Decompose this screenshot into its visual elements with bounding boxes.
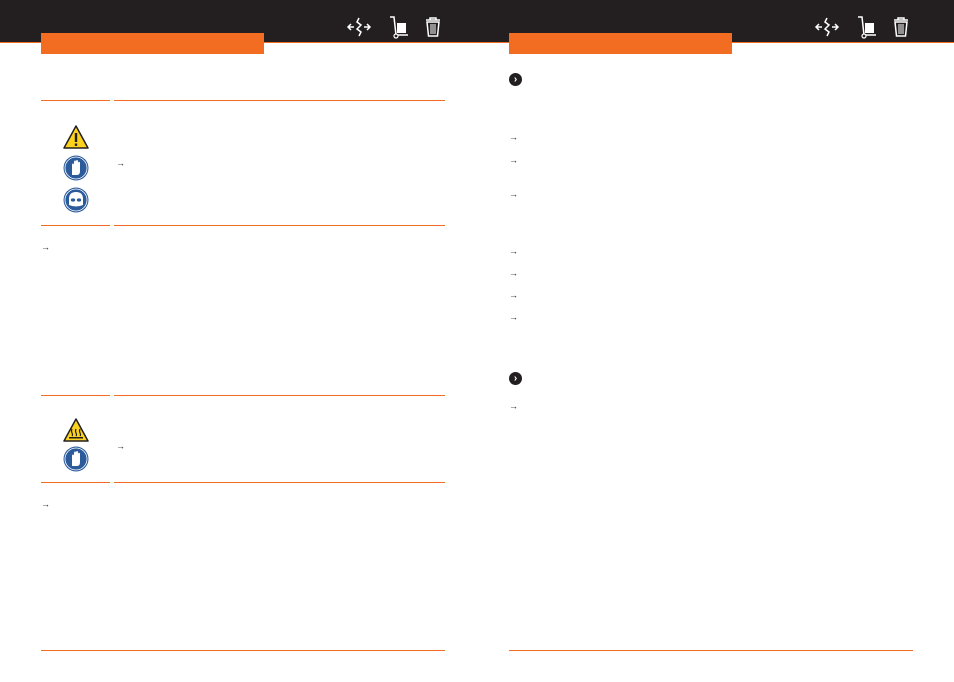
warning-block-1-top-rule-text	[114, 100, 445, 101]
warning-block-2-bullet: →	[116, 441, 125, 451]
assembly-icon	[814, 15, 840, 39]
step-2-marker-icon: ›	[509, 372, 522, 385]
list-1-bullet-1: →	[509, 132, 518, 142]
warning-block-1-bottom-rule-symbols	[41, 225, 110, 226]
section-tab-right	[509, 33, 732, 54]
hand-truck-icon	[854, 15, 880, 39]
wear-face-shield-icon	[63, 187, 89, 213]
warning-block-2-bottom-rule-text	[114, 482, 445, 483]
paragraph-2-bullet: →	[41, 499, 50, 509]
footer-rule-right	[509, 650, 913, 651]
assembly-icon	[346, 15, 372, 39]
footer-rule-left	[41, 650, 445, 651]
list-1-bullet-3: →	[509, 189, 518, 199]
warning-block-1-bullet: →	[116, 158, 125, 168]
list-1-bullet-2: →	[509, 155, 518, 165]
list-3-bullet-1: →	[509, 401, 518, 411]
wear-gloves-icon	[63, 155, 89, 181]
warning-block-2-top-rule-symbols	[41, 395, 110, 396]
warning-block-2-bottom-rule-symbols	[41, 482, 110, 483]
disposal-bin-icon	[888, 15, 914, 39]
list-2-bullet-4: →	[509, 312, 518, 322]
disposal-bin-icon	[420, 15, 446, 39]
warning-block-1-bottom-rule-text	[114, 225, 445, 226]
step-1-marker-icon: ›	[509, 73, 522, 86]
hand-truck-icon	[386, 15, 412, 39]
warning-triangle-icon	[63, 124, 89, 150]
warning-block-1-top-rule-symbols	[41, 100, 110, 101]
warning-block-2-top-rule-text	[114, 395, 445, 396]
list-2-bullet-1: →	[509, 246, 518, 256]
section-tab-left	[41, 33, 264, 54]
list-2-bullet-2: →	[509, 268, 518, 278]
paragraph-1-bullet: →	[41, 242, 50, 252]
wear-gloves-icon	[63, 446, 89, 472]
hot-surface-warning-icon	[63, 417, 89, 443]
list-2-bullet-3: →	[509, 290, 518, 300]
